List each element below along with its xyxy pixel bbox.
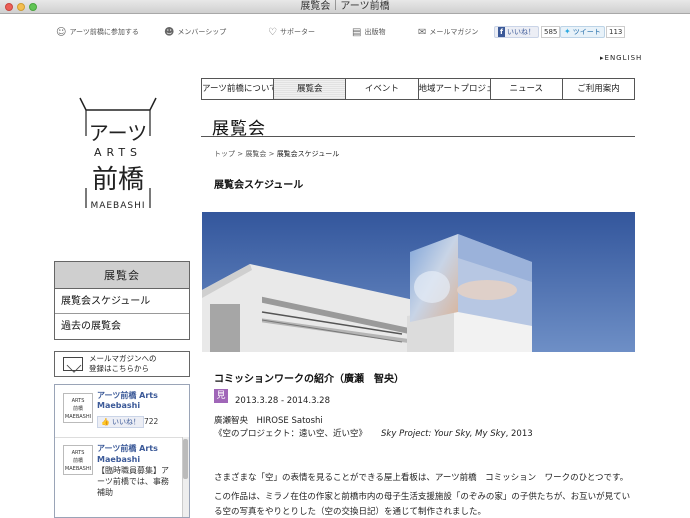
envelope-icon: ✉	[418, 26, 427, 38]
widget-scrollbar-thumb[interactable]	[183, 439, 188, 479]
project-title-en: Sky Project: Your Sky, My Sky	[381, 429, 506, 439]
supporter-link[interactable]: ♡ サポーター	[268, 23, 315, 41]
tweet-button[interactable]: ✦ ツイート	[560, 26, 605, 38]
twitter-bird-icon: ✦	[564, 27, 571, 36]
article-title: コミッションワークの紹介（廣瀬 智央）	[214, 374, 404, 385]
nav-events[interactable]: イベント	[346, 79, 419, 99]
nav-local-art-project[interactable]: 地域アートプロジェクト	[419, 79, 491, 99]
nav-exhibitions[interactable]: 展覧会	[274, 79, 347, 99]
title-divider	[201, 136, 635, 137]
sidebar-item-past-exhibitions[interactable]: 過去の展覧会	[55, 314, 189, 339]
logo-line1: アーツ	[89, 121, 147, 145]
breadcrumb: トップ > 展覧会 > 展覧会スケジュール	[214, 149, 339, 159]
article-paragraph-2: この作品は、ミラノ在住の作家と前橋市内の母子生活支援施設「のぞみの家」の子供たち…	[214, 492, 631, 517]
newsletter-link[interactable]: ✉ メールマガジン	[418, 23, 478, 41]
window-title: 展覧会｜アーツ前橋	[300, 1, 390, 12]
english-link[interactable]: ▸ENGLISH	[600, 54, 642, 62]
window-titlebar: 展覧会｜アーツ前橋	[0, 0, 690, 14]
exhibit-badge: 見	[214, 389, 228, 403]
facebook-widget-like-count: 722	[144, 417, 159, 426]
tweet-count: 113	[606, 26, 626, 38]
close-window-button[interactable]	[5, 3, 13, 11]
artist-name: 廣瀬智央 HIROSE Satoshi	[214, 416, 323, 426]
heart-icon: ♡	[268, 26, 277, 38]
breadcrumb-sep: >	[237, 150, 244, 158]
divider	[55, 437, 183, 438]
project-title-jp: 《空のプロジェクト：遠い空、近い空》	[214, 429, 368, 439]
post-author[interactable]: アーツ前橋 Arts Maebashi	[97, 444, 158, 464]
main-nav: アーツ前橋について 展覧会 イベント 地域アートプロジェクト ニュース ご利用案…	[201, 78, 635, 100]
post-avatar[interactable]: ARTS 前橋 MAEBASHI	[63, 445, 93, 475]
nav-news[interactable]: ニュース	[491, 79, 563, 99]
logo-line2: ARTS	[94, 146, 142, 159]
post-text: 【臨時職員募集】アーツ前橋では、事務補助	[97, 466, 169, 497]
people-icon: ☺	[56, 26, 67, 38]
newsletter-line2: 登録はこちらから	[89, 364, 149, 373]
project-year: , 2013	[505, 429, 533, 439]
logo-thumbnail: ARTS 前橋 MAEBASHI	[63, 393, 93, 423]
join-link[interactable]: ☺ アーツ前橋に参加する	[56, 23, 139, 41]
envelope-icon	[63, 357, 83, 371]
sidebar-heading: 展覧会	[55, 262, 189, 289]
book-icon: ▤	[352, 26, 362, 38]
newsletter-line1: メールマガジンへの	[89, 354, 157, 363]
breadcrumb-current: 展覧会スケジュール	[276, 150, 340, 158]
sidebar-menu: 展覧会 展覧会スケジュール 過去の展覧会	[54, 261, 190, 340]
facebook-page-avatar[interactable]: ARTS 前橋 MAEBASHI	[63, 393, 93, 423]
logo-thumbnail: ARTS 前橋 MAEBASHI	[63, 445, 93, 475]
facebook-like-button[interactable]: f いいね！	[494, 26, 540, 38]
facebook-page-widget: ARTS 前橋 MAEBASHI アーツ前橋 Arts Maebashi 👍 いいね…	[54, 384, 190, 518]
sidebar-item-schedule[interactable]: 展覧会スケジュール	[55, 289, 189, 314]
nav-visitor-info[interactable]: ご利用案内	[563, 79, 634, 99]
arts-maebashi-logo[interactable]: アーツ ARTS 前橋 MAEBASHI	[78, 96, 158, 222]
zoom-window-button[interactable]	[29, 3, 37, 11]
section-heading: 展覧会スケジュール	[214, 180, 304, 191]
logo-line3: 前橋	[92, 165, 144, 195]
publications-link[interactable]: ▤ 出版物	[352, 23, 385, 41]
logo-line4: MAEBASHI	[90, 201, 145, 211]
facebook-icon: f	[498, 27, 506, 37]
members-icon: ☻	[164, 26, 175, 38]
article-dates: 2013.3.28 - 2014.3.28	[235, 396, 330, 406]
minimize-window-button[interactable]	[17, 3, 25, 11]
facebook-widget-like-button[interactable]: 👍 いいね！	[97, 416, 144, 428]
hero-image	[202, 212, 635, 352]
newsletter-signup-link[interactable]: メールマガジンへの 登録はこちらから	[54, 351, 190, 377]
project-title: 《空のプロジェクト：遠い空、近い空》 Sky Project: Your Sky,…	[214, 427, 533, 439]
nav-about[interactable]: アーツ前橋について	[202, 79, 275, 99]
facebook-page-name[interactable]: アーツ前橋 Arts Maebashi	[97, 391, 189, 411]
article-paragraph-1: さまざまな「空」の表情を見ることができる屋上看板は、アーツ前橋 コミッション ワ…	[214, 473, 629, 483]
breadcrumb-sep: >	[268, 150, 275, 158]
membership-link[interactable]: ☻ メンバーシップ	[164, 23, 226, 41]
breadcrumb-parent[interactable]: 展覧会	[245, 150, 266, 158]
facebook-post: アーツ前橋 Arts Maebashi 【臨時職員募集】アーツ前橋では、事務補助	[97, 443, 175, 498]
breadcrumb-home[interactable]: トップ	[214, 150, 235, 158]
facebook-like-count: 585	[541, 26, 561, 38]
